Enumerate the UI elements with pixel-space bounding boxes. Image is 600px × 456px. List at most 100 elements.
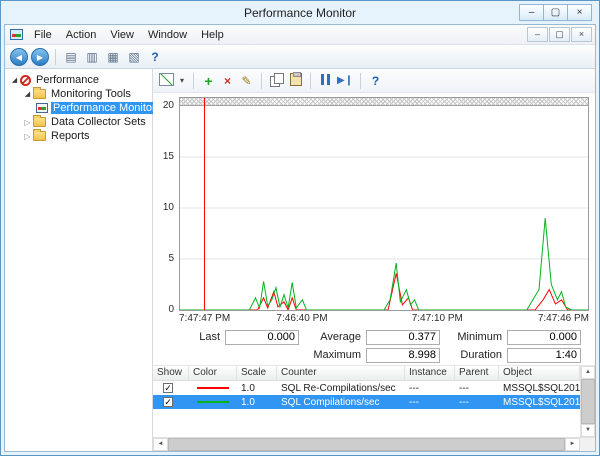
maximum-label: Maximum [307, 349, 361, 361]
counter-legend: Show Color Scale Counter Instance Parent… [153, 365, 595, 437]
mdi-restore-button[interactable]: ▢ [549, 27, 570, 42]
add-counter-icon[interactable]: + [201, 73, 216, 89]
tree-item-monitoring-tools[interactable]: ◢ Monitoring Tools [5, 87, 152, 101]
scroll-left-icon[interactable]: ◄ [153, 438, 168, 451]
show-checkbox[interactable]: ✓ [163, 397, 173, 407]
legend-header: Show Color Scale Counter Instance Parent… [153, 366, 580, 381]
scrollbar-thumb[interactable] [168, 438, 565, 451]
legend-rows: ✓ 1.0 SQL Re-Compilations/sec --- --- MS… [153, 381, 580, 437]
object-cell: MSSQL$SQL2012 [499, 397, 580, 408]
highlight-icon[interactable]: ✎ [239, 73, 254, 89]
y-axis-tick: 20 [163, 100, 174, 111]
horizontal-scrollbar[interactable]: ◄ ► [153, 437, 595, 451]
toolbar-separator [310, 73, 311, 89]
help-icon[interactable]: ? [146, 49, 164, 65]
counter-cell: SQL Compilations/sec [277, 397, 405, 408]
show-console-tree-icon[interactable]: ▤ [62, 49, 80, 65]
copy-properties-icon[interactable] [270, 73, 283, 86]
toolbar-separator [193, 73, 194, 89]
x-axis: 7:47:47 PM7:46:40 PM7:47:10 PM7:47:46 PM [179, 313, 589, 326]
graph-toolbar: ▾ + × ✎ ▶❙ ? [153, 69, 595, 93]
average-label: Average [307, 331, 361, 343]
column-header-instance[interactable]: Instance [405, 366, 455, 380]
x-axis-tick: 7:47:46 PM [538, 313, 589, 324]
menu-help[interactable]: Help [194, 27, 231, 43]
column-header-object[interactable]: Object [499, 366, 580, 380]
x-axis-tick: 7:46:40 PM [276, 313, 327, 324]
performance-monitor-window: Performance Monitor – ▢ × File Action Vi… [0, 0, 600, 456]
tree-item-data-collector-sets[interactable]: ▷ Data Collector Sets [5, 115, 152, 129]
scrollbar-thumb[interactable] [581, 379, 595, 424]
legend-vertical-scrollbar[interactable]: ▲ ▼ [580, 366, 595, 437]
expander-closed-icon[interactable]: ▷ [22, 118, 33, 127]
export-list-icon[interactable]: ▦ [104, 49, 122, 65]
scroll-down-icon[interactable]: ▼ [581, 424, 595, 437]
instance-cell: --- [405, 383, 455, 394]
mdi-window-controls: – ▢ × [526, 27, 592, 42]
toolbar-separator [261, 73, 262, 89]
properties-window-icon[interactable]: ▧ [125, 49, 143, 65]
titlebar[interactable]: Performance Monitor – ▢ × [1, 1, 599, 24]
show-checkbox[interactable]: ✓ [163, 383, 173, 393]
freeze-display-icon[interactable] [321, 74, 330, 85]
minimum-label: Minimum [448, 331, 502, 343]
column-header-color[interactable]: Color [189, 366, 237, 380]
chevron-down-icon[interactable]: ▾ [178, 73, 186, 89]
console-body: ◢ Performance ◢ Monitoring Tools Perform… [5, 69, 595, 451]
toolbar-separator [55, 49, 56, 65]
scroll-up-icon[interactable]: ▲ [581, 366, 595, 379]
paste-counter-list-icon[interactable] [290, 73, 302, 86]
graph-help-icon[interactable]: ? [368, 73, 383, 89]
menu-file[interactable]: File [27, 27, 59, 43]
mdi-minimize-button[interactable]: – [527, 27, 548, 42]
change-graph-type-icon[interactable] [159, 73, 174, 86]
show-action-pane-icon[interactable]: ▥ [83, 49, 101, 65]
y-axis-tick: 10 [163, 202, 174, 213]
color-sample [197, 401, 229, 403]
delete-counter-icon[interactable]: × [220, 73, 235, 89]
tree-item-reports[interactable]: ▷ Reports [5, 129, 152, 143]
counter-cell: SQL Re-Compilations/sec [277, 383, 405, 394]
instance-cell: --- [405, 397, 455, 408]
legend-row[interactable]: ✓ 1.0 SQL Compilations/sec --- --- MSSQL… [153, 395, 580, 409]
expander-open-icon[interactable]: ◢ [9, 76, 20, 84]
back-icon[interactable]: ◀ [10, 48, 28, 66]
legend-row[interactable]: ✓ 1.0 SQL Re-Compilations/sec --- --- MS… [153, 381, 580, 395]
monitor-chart-icon [36, 103, 48, 113]
app-icon [10, 29, 23, 40]
column-header-counter[interactable]: Counter [277, 366, 405, 380]
last-value: 0.000 [225, 330, 299, 345]
average-value: 0.377 [366, 330, 440, 345]
minimize-button[interactable]: – [519, 4, 544, 21]
x-axis-tick: 7:47:10 PM [412, 313, 463, 324]
scroll-right-icon[interactable]: ► [565, 438, 580, 451]
performance-graph [179, 97, 589, 311]
mdi-close-button[interactable]: × [571, 27, 592, 42]
menu-window[interactable]: Window [141, 27, 194, 43]
graph-plot [180, 98, 588, 310]
forward-icon[interactable]: ▶ [31, 48, 49, 66]
y-axis: 05101520 [153, 97, 178, 319]
main-toolbar: ◀ ▶ ▤ ▥ ▦ ▧ ? [5, 45, 595, 69]
menubar: File Action View Window Help – ▢ × [5, 25, 595, 45]
expander-closed-icon[interactable]: ▷ [22, 132, 33, 141]
tree-item-performance[interactable]: ◢ Performance [5, 73, 152, 87]
object-cell: MSSQL$SQL2012 [499, 383, 580, 394]
update-data-icon[interactable]: ▶❙ [337, 73, 353, 89]
minimum-value: 0.000 [507, 330, 581, 345]
column-header-show[interactable]: Show [153, 366, 189, 380]
parent-cell: --- [455, 383, 499, 394]
tree-item-performance-monitor[interactable]: Performance Monitor [5, 101, 152, 115]
client-area: File Action View Window Help – ▢ × ◀ ▶ ▤… [4, 24, 596, 452]
graph-pane: ▾ + × ✎ ▶❙ ? 05101520 [153, 69, 595, 451]
menu-view[interactable]: View [103, 27, 141, 43]
close-button[interactable]: × [567, 4, 592, 21]
column-header-parent[interactable]: Parent [455, 366, 499, 380]
folder-icon [33, 89, 46, 99]
column-header-scale[interactable]: Scale [237, 366, 277, 380]
y-axis-tick: 5 [168, 253, 174, 264]
menu-action[interactable]: Action [59, 27, 104, 43]
expander-open-icon[interactable]: ◢ [22, 90, 33, 98]
maximize-button[interactable]: ▢ [543, 4, 568, 21]
window-title: Performance Monitor [244, 6, 356, 20]
